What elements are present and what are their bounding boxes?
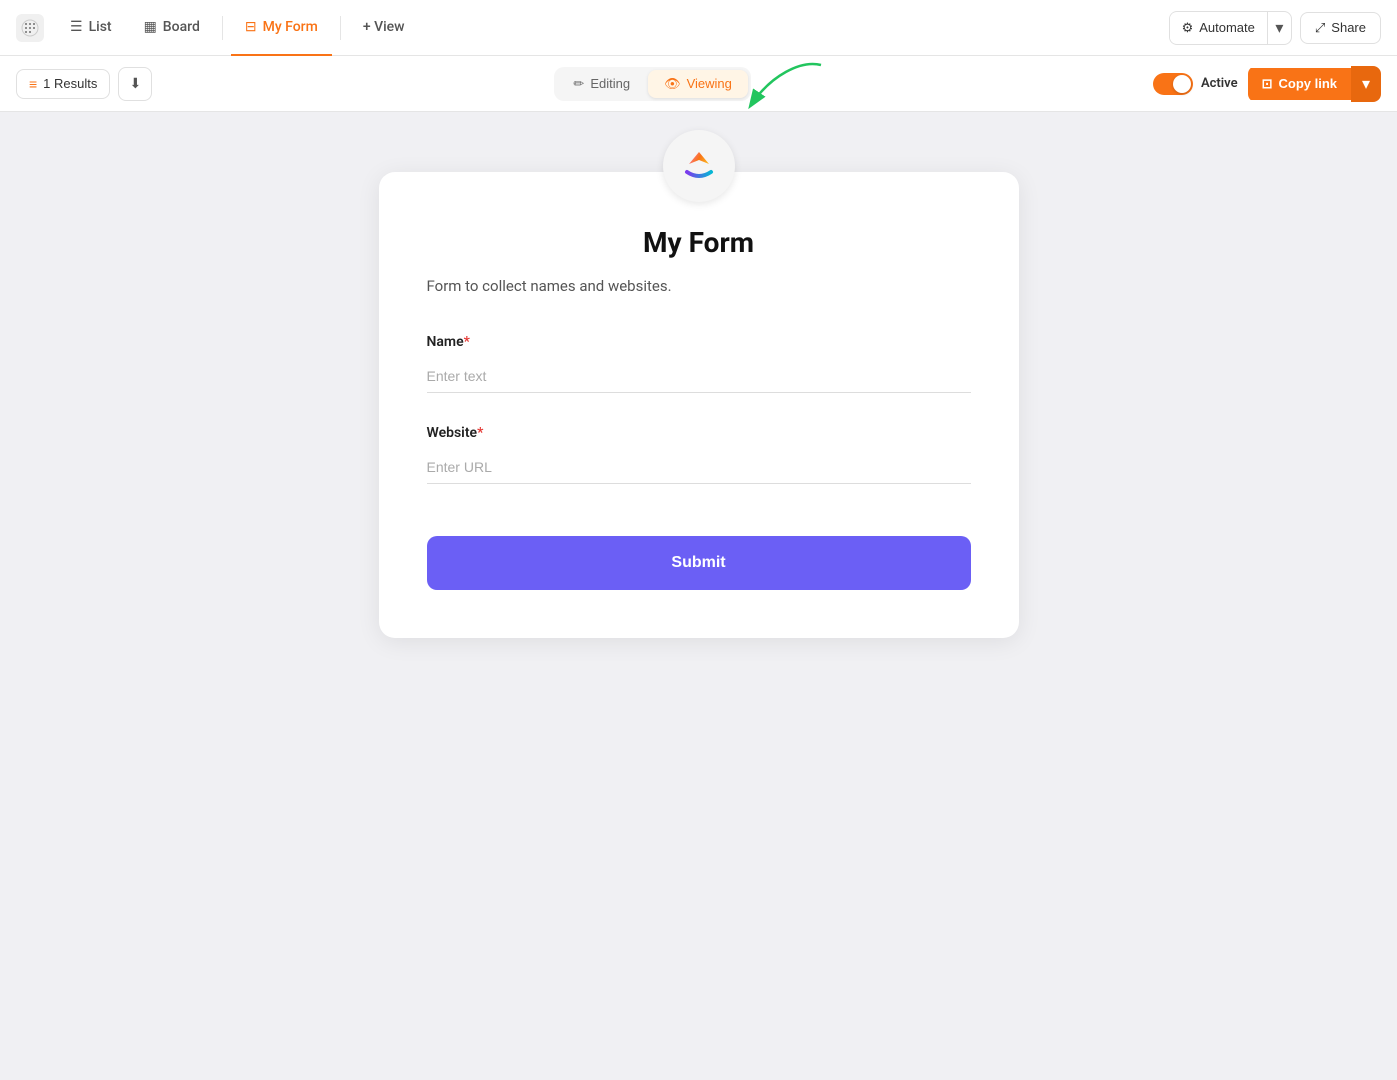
download-button[interactable]: ⬇ — [118, 67, 152, 101]
automate-button-wrap: ⚙ Automate ▾ — [1169, 11, 1292, 45]
website-required: * — [477, 425, 483, 441]
form-logo-circle — [663, 130, 735, 202]
active-toggle: Active — [1153, 73, 1238, 95]
submit-button[interactable]: Submit — [427, 536, 971, 590]
nav-right: ⚙ Automate ▾ ⤢ Share — [1169, 11, 1381, 45]
toolbar-right: Active ⊡ Copy link ▾ — [1153, 66, 1381, 102]
viewing-button[interactable]: 👁 Viewing — [648, 70, 748, 98]
form-icon: ⊟ — [245, 19, 257, 35]
nav-tab-addview[interactable]: + View — [349, 0, 419, 56]
form-card: My Form Form to collect names and websit… — [379, 172, 1019, 638]
top-nav: ☰ List ▦ Board ⊟ My Form + View ⚙ Automa… — [0, 0, 1397, 56]
form-description: Form to collect names and websites. — [427, 275, 971, 298]
automate-icon: ⚙ — [1182, 20, 1194, 36]
editing-viewing-group: ✏ Editing 👁 Viewing — [554, 67, 750, 101]
pencil-icon: ✏ — [573, 76, 584, 92]
eye-icon: 👁 — [664, 76, 681, 92]
website-label: Website* — [427, 425, 971, 441]
toolbar-center: ✏ Editing 👁 Viewing — [152, 67, 1153, 101]
automate-caret[interactable]: ▾ — [1267, 12, 1291, 44]
copy-link-icon: ⊡ — [1262, 76, 1273, 92]
nav-tab-list[interactable]: ☰ List — [56, 0, 126, 56]
main-content: My Form Form to collect names and websit… — [0, 112, 1397, 1080]
app-logo — [16, 14, 44, 42]
nav-tab-board[interactable]: ▦ Board — [130, 0, 214, 56]
toolbar: ≡ 1 Results ⬇ ✏ Editing 👁 Viewing — [0, 56, 1397, 112]
name-input[interactable] — [427, 360, 971, 393]
share-icon: ⤢ — [1315, 20, 1325, 36]
board-icon: ▦ — [144, 19, 157, 35]
download-icon: ⬇ — [130, 75, 142, 92]
toggle-thumb — [1173, 75, 1191, 93]
website-input[interactable] — [427, 451, 971, 484]
nav-tab-myform[interactable]: ⊟ My Form — [231, 0, 332, 56]
copy-link-button[interactable]: ⊡ Copy link — [1248, 68, 1351, 100]
nav-divider — [222, 16, 223, 40]
green-arrow-annotation — [741, 55, 831, 119]
list-icon: ☰ — [70, 19, 83, 35]
form-title: My Form — [427, 226, 971, 259]
toggle-track[interactable] — [1153, 73, 1193, 95]
editing-button[interactable]: ✏ Editing — [557, 70, 646, 98]
website-field: Website* — [427, 425, 971, 484]
copy-link-wrap: ⊡ Copy link ▾ — [1248, 66, 1381, 102]
toolbar-left: ≡ 1 Results ⬇ — [16, 67, 152, 101]
results-icon: ≡ — [29, 76, 37, 92]
name-label: Name* — [427, 334, 971, 350]
form-logo-wrap — [427, 130, 971, 202]
active-label: Active — [1201, 76, 1238, 91]
name-field: Name* — [427, 334, 971, 393]
automate-button[interactable]: ⚙ Automate — [1170, 13, 1267, 43]
name-required: * — [464, 334, 470, 350]
share-button[interactable]: ⤢ Share — [1300, 12, 1381, 44]
copy-link-caret[interactable]: ▾ — [1351, 66, 1381, 102]
nav-divider-2 — [340, 16, 341, 40]
results-button[interactable]: ≡ 1 Results — [16, 69, 110, 99]
